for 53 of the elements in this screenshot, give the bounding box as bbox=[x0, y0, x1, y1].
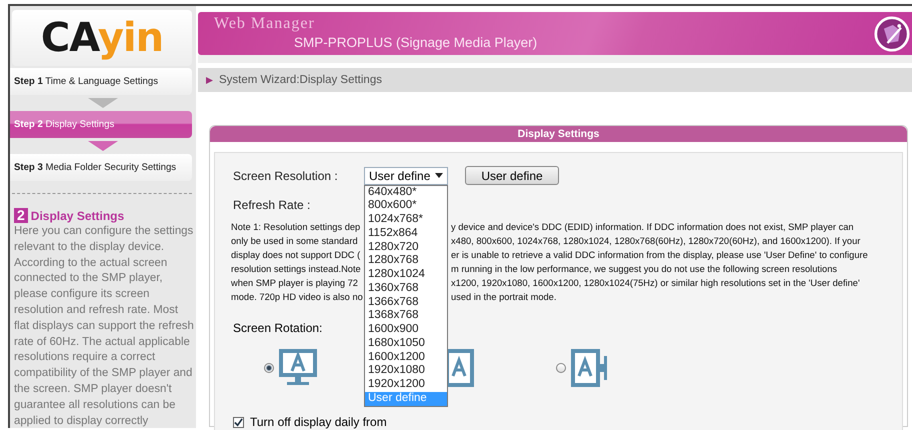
note-text: when SMP player is playing 72 bbox=[231, 277, 359, 290]
dropdown-option[interactable]: 1280x1024 bbox=[365, 268, 447, 282]
dropdown-option[interactable]: 1024x768* bbox=[365, 213, 447, 227]
field-label: Screen Rotation: bbox=[233, 321, 322, 335]
note-text: er is unable to retrieve a valid DDC information from the display, please use 'User Define' to configure bbox=[451, 249, 868, 262]
note-text: m running in the low performance, we suggest you do not use the following screen resolutions bbox=[451, 263, 838, 276]
field-label: Screen Resolution : bbox=[232, 168, 339, 182]
note-text: Note 1: Resolution settings dep bbox=[231, 221, 362, 234]
checkbox[interactable] bbox=[233, 416, 244, 428]
note-text: used in the portrait mode. bbox=[451, 291, 556, 304]
dropdown-option[interactable]: 1368x768 bbox=[365, 309, 447, 323]
app-title: Web Manager bbox=[214, 14, 316, 34]
dropdown-option[interactable]: 800x600* bbox=[365, 199, 447, 213]
rotated-monitor-icon[interactable] bbox=[570, 348, 608, 388]
note-text: mode. 720p HD video is also no bbox=[231, 291, 364, 304]
dropdown-option[interactable]: 640x480* bbox=[365, 186, 447, 200]
note-text: only be used in some standard bbox=[231, 235, 359, 248]
logo: CAyin bbox=[40, 15, 164, 61]
breadcrumb: System Wizard:Display Settings bbox=[219, 74, 382, 86]
user-define-button[interactable]: User define bbox=[465, 166, 559, 185]
dropdown-option[interactable]: 1920x1200 bbox=[365, 378, 447, 392]
checkbox-label: Turn off display daily from bbox=[250, 415, 387, 429]
app-subtitle: SMP-PROPLUS (Signage Media Player) bbox=[293, 34, 538, 52]
wand-icon[interactable] bbox=[874, 16, 910, 52]
dropdown-option[interactable]: 1680x1050 bbox=[365, 336, 447, 350]
note-text: y device and device's DDC (EDID) information. If DDC information does not exist, SMP player can bbox=[451, 221, 854, 234]
note-text: x1200, 1920x1080, 1600x1200, 1280x1024(75Hz) or similar high resolutions set in the 'User define' bbox=[451, 277, 860, 290]
dropdown-option[interactable]: 1152x864 bbox=[365, 226, 447, 240]
radio-button[interactable] bbox=[264, 363, 274, 373]
dropdown-option[interactable]: 1360x768 bbox=[365, 282, 447, 296]
step-tab[interactable]: Step 1 Time & Language Settings bbox=[10, 68, 192, 95]
caret-icon bbox=[435, 173, 443, 178]
field-label: Refresh Rate : bbox=[232, 198, 312, 212]
note-text: x480, 800x600, 1024x768, 1280x1024, 1280x768(60Hz), 1280x720(60Hz), and 1600x1200). If your bbox=[451, 235, 860, 248]
step-tab[interactable]: Step 2 Display Settings bbox=[10, 111, 192, 138]
step-badge: 2 bbox=[14, 208, 28, 223]
down-arrow-icon bbox=[88, 141, 118, 151]
arrow-icon bbox=[206, 76, 213, 84]
step-tab[interactable]: Step 3 Media Folder Security Settings bbox=[10, 154, 192, 181]
dropdown-option[interactable]: 1366x768 bbox=[365, 296, 447, 310]
help-title: Display Settings bbox=[30, 208, 124, 222]
help-text: Here you can configure the settings relevant to the display device. According to the actual screen connected to the SMP player, please configure its screen resolution and refresh rate. Most flat displays can support the refresh rate of 60Hz. The actual applicable resolutions require a correct compatibility of the SMP player and the screen. SMP player doesn't guarantee all resolutions can be applied to display correctly bbox=[14, 224, 195, 429]
dropdown-option[interactable]: 1920x1080 bbox=[365, 364, 447, 378]
panel-title: Display Settings bbox=[210, 126, 907, 142]
down-arrow-icon bbox=[88, 98, 118, 108]
dropdown-option[interactable]: 1600x1200 bbox=[365, 350, 447, 364]
dropdown-option[interactable]: 1600x900 bbox=[365, 323, 447, 337]
resolution-select[interactable]: User define bbox=[364, 166, 448, 184]
note-text: resolution settings instead.Note bbox=[231, 263, 362, 276]
radio-button[interactable] bbox=[556, 363, 566, 373]
dropdown-option[interactable]: 1280x768 bbox=[365, 254, 447, 268]
note-text: display does not support DDC ( bbox=[231, 249, 362, 262]
dropdown-option[interactable]: 1280x720 bbox=[365, 240, 447, 254]
